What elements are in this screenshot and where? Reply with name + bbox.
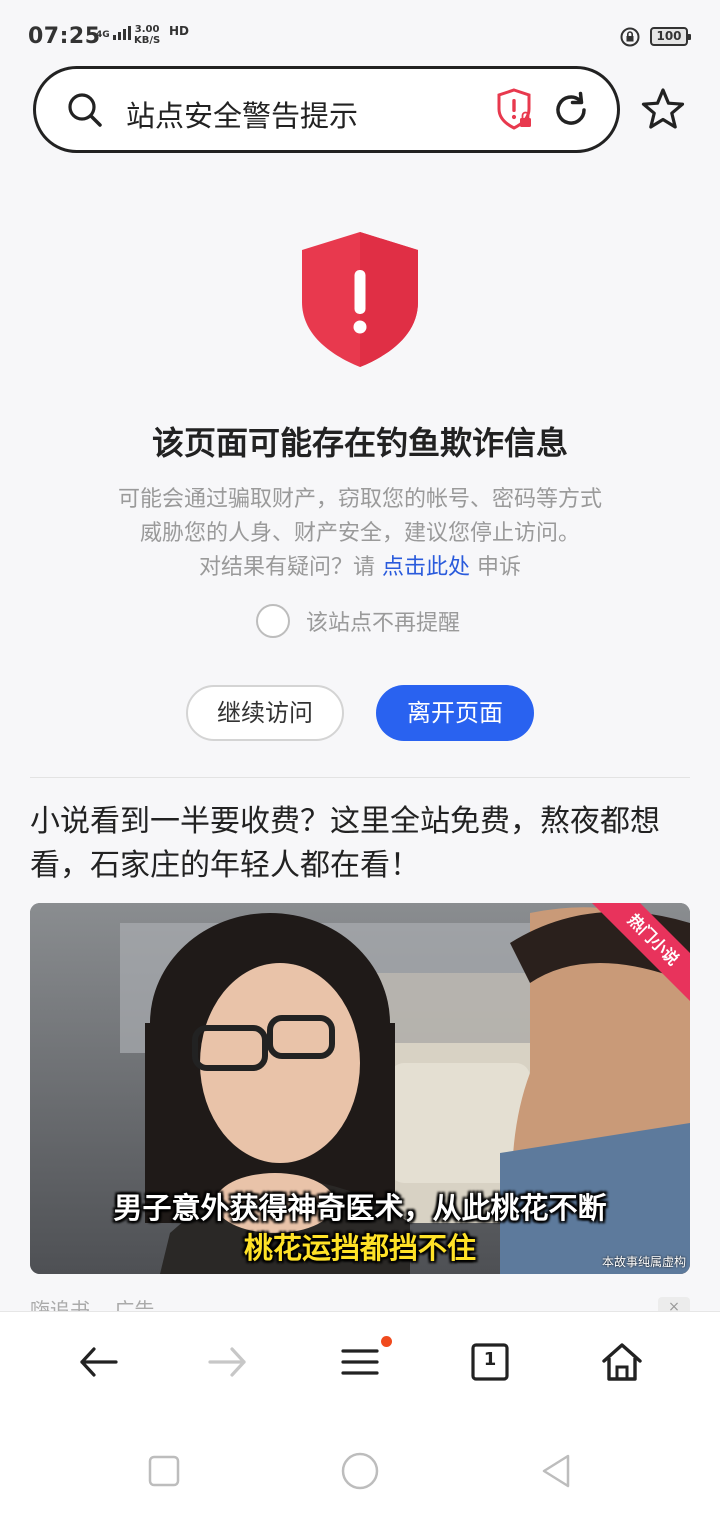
circle-icon[interactable] [340,1451,380,1491]
tabs-count: 1 [483,1349,497,1370]
warning-desc-line1: 可能会通过骗取财产，窃取您的帐号、密码等方式 [117,487,602,512]
back-arrow-icon[interactable] [76,1340,120,1384]
network-indicator: 4G [96,26,131,40]
warning-title: 该页面可能存在钓鱼欺诈信息 [151,424,568,462]
speed-unit: KB/S [134,35,161,46]
leave-button[interactable]: 离开页面 [376,685,534,741]
hd-indicator: HD [169,24,190,38]
no-remind-label[interactable]: 该站点不再提醒 [306,605,460,637]
ad-headline[interactable]: 小说看到一半要收费？这里全站免费，熬夜都想看，石家庄的年轻人都在看！ [30,800,695,888]
network-type: 4G [96,30,110,40]
forward-arrow-icon[interactable] [206,1340,250,1384]
address-title[interactable]: 站点安全警告提示 [126,93,358,135]
menu-icon[interactable] [338,1340,382,1384]
status-bar: 07:25 4G 3.00 KB/S HD 100 [0,0,720,70]
speed-value: 3.00 [134,24,160,35]
rotation-lock-icon [620,27,640,47]
refresh-icon[interactable] [551,90,591,130]
divider [30,777,690,778]
ad-caption-line1: 男子意外获得神奇医术，从此桃花不断 [113,1191,607,1225]
triangle-back-icon[interactable] [536,1451,576,1491]
continue-button[interactable]: 继续访问 [186,685,344,741]
warning-desc-line2: 威胁您的人身、财产安全，建议您停止访问。 [139,521,580,546]
ad-caption-line2: 桃花运挡都挡不住 [243,1231,476,1265]
appeal-link[interactable]: 点击此处 [382,555,470,580]
square-icon[interactable] [144,1451,184,1491]
no-remind-checkbox[interactable] [256,604,290,638]
appeal-suffix: 申诉 [477,555,522,580]
network-speed: 3.00 KB/S [134,24,160,46]
search-icon[interactable] [66,91,104,129]
tabs-button[interactable]: 1 [468,1340,512,1384]
appeal-prefix: 对结果有疑问？请 [198,555,375,580]
address-bar[interactable]: 站点安全警告提示 [33,66,620,153]
ad-disclaimer: 本故事纯属虚构 [601,1255,686,1269]
menu-notification-dot [381,1336,392,1347]
shield-exclamation-icon [302,232,418,367]
status-time: 07:25 [28,24,101,49]
shield-alert-icon[interactable] [494,87,534,131]
bottom-toolbar: 1 [0,1311,720,1416]
star-icon[interactable] [640,86,686,132]
appeal-line: 对结果有疑问？请 点击此处 申诉 [0,549,720,581]
system-navbar [0,1416,720,1520]
battery-indicator: 100 [650,27,691,46]
signal-icon [112,26,131,40]
home-icon[interactable] [600,1340,644,1384]
no-remind-option[interactable]: 该站点不再提醒 [256,602,460,640]
ad-image[interactable]: 热门小说 男子意外获得神奇医术，从此桃花不断 桃花运挡都挡不住 本故事纯属虚构 [30,903,690,1274]
